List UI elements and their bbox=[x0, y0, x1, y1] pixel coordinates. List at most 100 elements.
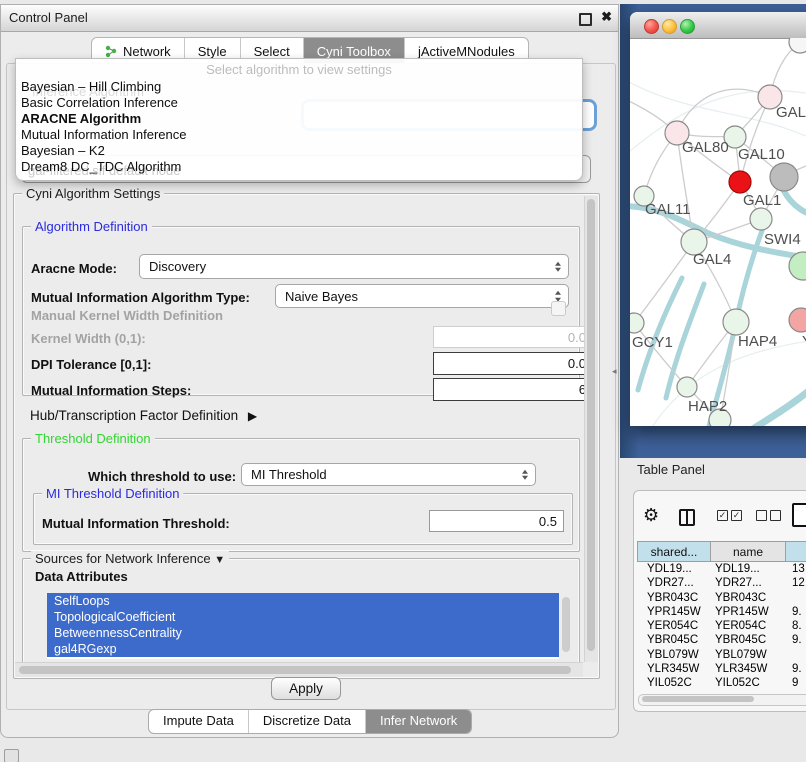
zoom-traffic-light-icon[interactable] bbox=[680, 19, 695, 34]
which-threshold-label: Which threshold to use: bbox=[88, 469, 236, 484]
cell: 9. bbox=[787, 633, 806, 647]
aracne-mode-combo[interactable]: Discovery bbox=[139, 254, 569, 279]
node-gal1[interactable] bbox=[750, 208, 772, 230]
kernel-width-field[interactable]: 0.0 bbox=[433, 326, 593, 348]
node-hap4[interactable] bbox=[723, 309, 749, 335]
dpi-tolerance-field[interactable]: 0.0 bbox=[433, 352, 593, 375]
settings-horizontal-scrollbar[interactable] bbox=[15, 662, 583, 677]
network-window-titlebar[interactable] bbox=[630, 12, 806, 39]
network-canvas[interactable]: GAL GAL80 GAL10 GAL1 GAL11 SWI4 GAL4 GCY… bbox=[630, 38, 806, 426]
table-horizontal-scrollbar-thumb[interactable] bbox=[642, 696, 754, 702]
mi-threshold-group-title: MI Threshold Definition bbox=[42, 486, 183, 501]
node-salmon[interactable] bbox=[789, 308, 806, 332]
dpi-tolerance-label: DPI Tolerance [0,1]: bbox=[31, 357, 151, 372]
table-row[interactable]: YBR045CYBR045C9. bbox=[637, 633, 806, 647]
cell: YER054C bbox=[637, 619, 711, 633]
close-traffic-light-icon[interactable] bbox=[644, 19, 659, 34]
apply-button[interactable]: Apply bbox=[271, 677, 341, 700]
manual-kernel-checkbox[interactable] bbox=[551, 301, 566, 316]
bottom-tab-bar: Impute Data Discretize Data Infer Networ… bbox=[148, 709, 472, 734]
combo-spinner-icon bbox=[522, 469, 528, 480]
mi-type-combo[interactable]: Naive Bayes bbox=[275, 284, 569, 308]
menu-item-basic-correlation[interactable]: Basic Correlation Inference bbox=[21, 95, 178, 111]
settings-vertical-scrollbar-thumb[interactable] bbox=[587, 199, 595, 651]
cell bbox=[787, 591, 806, 605]
table-row[interactable]: YBL079WYBL079W bbox=[637, 648, 806, 662]
algorithm-dropdown-popup: Inference Algorithm gal-filtered.sif def… bbox=[15, 58, 583, 181]
tab-infer-network[interactable]: Infer Network bbox=[366, 710, 471, 733]
panel-divider-collapse-icon[interactable]: ◂ bbox=[612, 366, 617, 377]
which-threshold-combo[interactable]: MI Threshold bbox=[241, 463, 536, 486]
column-header-name[interactable]: name bbox=[710, 541, 786, 562]
node-gal10-selected[interactable] bbox=[729, 171, 751, 193]
cell: YBL079W bbox=[637, 648, 711, 662]
node-label: HAP2 bbox=[688, 398, 727, 415]
unchecked-checkbox-icon[interactable] bbox=[756, 510, 767, 521]
settings-horizontal-scrollbar-thumb[interactable] bbox=[19, 666, 571, 674]
node-gray[interactable] bbox=[770, 163, 798, 191]
node-label: GAL80 bbox=[682, 139, 729, 156]
table-row[interactable]: YDL19...YDL19...13 bbox=[637, 562, 806, 576]
menu-item-bayesian-k2[interactable]: Bayesian – K2 bbox=[21, 143, 105, 159]
checked-checkbox-icon[interactable]: ✓ bbox=[717, 510, 728, 521]
menu-item-dream8[interactable]: Dream8 DC_TDC Algorithm bbox=[21, 159, 181, 175]
attribute-item-topologicalcoefficient[interactable]: TopologicalCoefficient bbox=[47, 609, 559, 625]
cell: YBR045C bbox=[711, 633, 787, 647]
gear-icon[interactable]: ⚙ bbox=[643, 505, 659, 526]
table-row[interactable]: YPR145WYPR145W9. bbox=[637, 605, 806, 619]
node-label: GCY1 bbox=[632, 334, 673, 351]
combo-spinner-icon bbox=[555, 291, 561, 302]
table-row[interactable]: YIL052CYIL052C9 bbox=[637, 676, 806, 690]
settings-vertical-scrollbar[interactable] bbox=[584, 196, 598, 662]
mi-steps-field[interactable]: 6 bbox=[433, 378, 593, 401]
aracne-mode-label: Aracne Mode: bbox=[31, 261, 117, 276]
minimize-traffic-light-icon[interactable] bbox=[662, 19, 677, 34]
float-window-icon[interactable] bbox=[579, 13, 592, 26]
control-panel-titlebar[interactable]: Control Panel ✖ bbox=[1, 5, 618, 32]
cell: YDR27... bbox=[637, 576, 711, 590]
attribute-item-betweennesscentrality[interactable]: BetweennessCentrality bbox=[47, 625, 559, 641]
node-gcy1[interactable] bbox=[630, 313, 644, 333]
checked-checkbox-icon[interactable]: ✓ bbox=[731, 510, 742, 521]
cell: YLR345W bbox=[711, 662, 787, 676]
hub-definition-toggle[interactable]: Hub/Transcription Factor Definition ▶ bbox=[30, 408, 257, 423]
menu-item-bayesian-hill-climbing[interactable]: Bayesian – Hill Climbing bbox=[21, 79, 161, 95]
node-label: Y bbox=[802, 333, 806, 350]
cell: YPR145W bbox=[637, 605, 711, 619]
network-view-window[interactable]: GAL GAL80 GAL10 GAL1 GAL11 SWI4 GAL4 GCY… bbox=[630, 12, 806, 426]
column-header-clipped[interactable] bbox=[785, 541, 806, 562]
sources-title-text: Sources for Network Inference bbox=[35, 551, 211, 566]
cell: YPR145W bbox=[711, 605, 787, 619]
document-icon[interactable] bbox=[792, 503, 806, 527]
node-label: HAP4 bbox=[738, 333, 777, 350]
node-hap2[interactable] bbox=[677, 377, 697, 397]
cell: 9. bbox=[787, 662, 806, 676]
cell: 12 bbox=[787, 576, 806, 590]
mi-threshold-field[interactable]: 0.5 bbox=[429, 510, 564, 532]
column-header-shared-name[interactable]: shared... bbox=[637, 541, 711, 562]
settings-group-title: Cyni Algorithm Settings bbox=[22, 186, 164, 201]
table-row[interactable]: YER054CYER054C8. bbox=[637, 619, 806, 633]
table-row[interactable]: YLR345WYLR345W9. bbox=[637, 662, 806, 676]
tab-impute-data[interactable]: Impute Data bbox=[149, 710, 249, 733]
sources-group-title[interactable]: Sources for Network Inference ▼ bbox=[31, 551, 229, 566]
expanded-arrow-icon: ▼ bbox=[214, 554, 225, 566]
attribute-item-gal4rgexp[interactable]: gal4RGexp bbox=[47, 641, 559, 657]
menu-item-mutual-information[interactable]: Mutual Information Inference bbox=[21, 127, 186, 143]
tab-discretize-data[interactable]: Discretize Data bbox=[249, 710, 366, 733]
highlighted-edges bbox=[630, 191, 806, 426]
split-columns-icon[interactable] bbox=[679, 509, 695, 526]
cell: YDL19... bbox=[637, 562, 711, 576]
attribute-list-scrollbar[interactable] bbox=[562, 597, 570, 652]
manual-kernel-label: Manual Kernel Width Definition bbox=[31, 308, 223, 323]
unchecked-checkbox-icon[interactable] bbox=[770, 510, 781, 521]
table-row[interactable]: YBR043CYBR043C bbox=[637, 591, 806, 605]
menu-item-aracne[interactable]: ARACNE Algorithm bbox=[21, 111, 141, 127]
attribute-item-selfloops[interactable]: SelfLoops bbox=[47, 593, 559, 609]
mi-steps-label: Mutual Information Steps: bbox=[31, 383, 191, 398]
close-icon[interactable]: ✖ bbox=[601, 9, 612, 25]
collapsed-panel-icon[interactable] bbox=[4, 749, 19, 762]
table-row[interactable]: YDR27...YDR27...12 bbox=[637, 576, 806, 590]
data-attributes-list: SelfLoops TopologicalCoefficient Between… bbox=[47, 593, 559, 659]
table-horizontal-scrollbar[interactable] bbox=[638, 694, 806, 706]
